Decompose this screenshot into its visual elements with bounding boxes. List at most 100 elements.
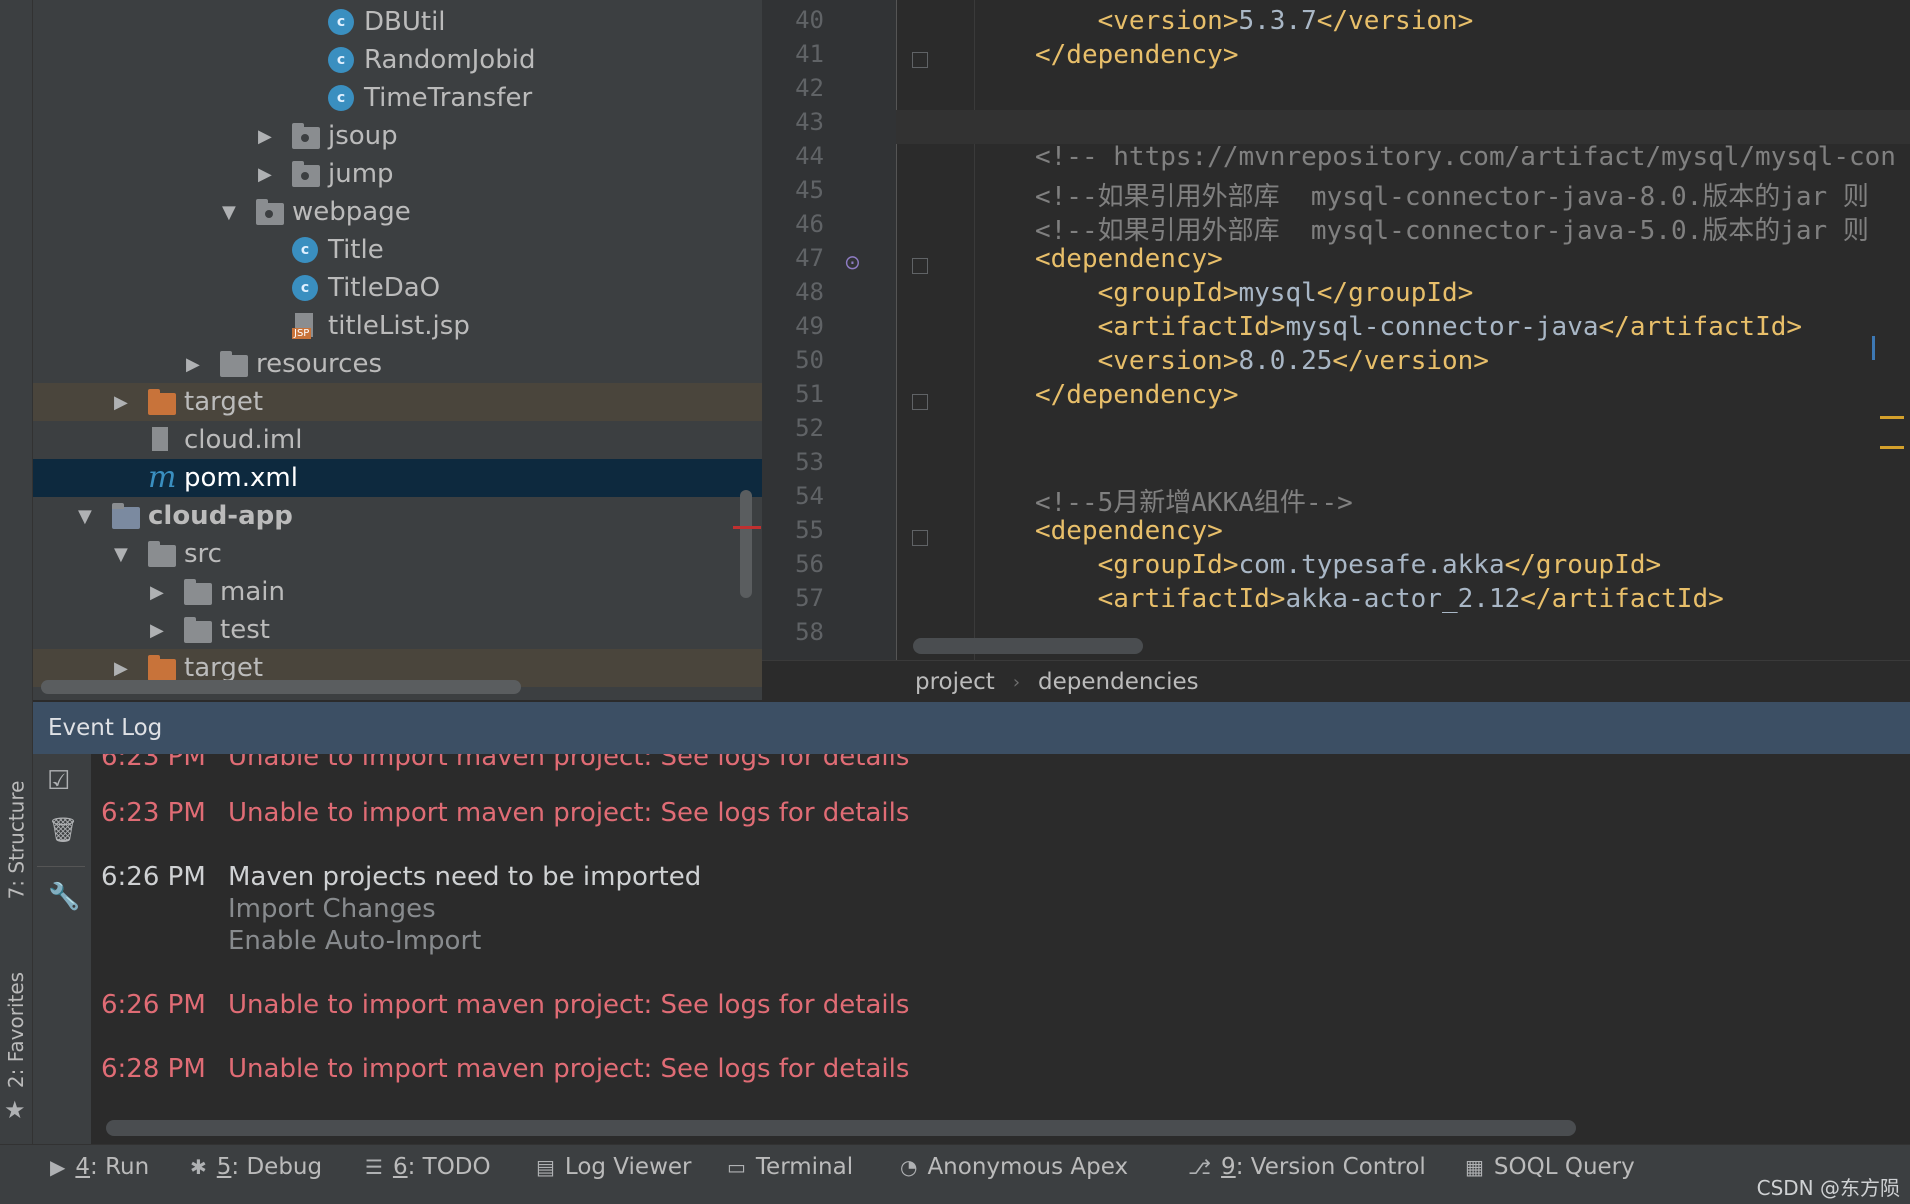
current-line-highlight [896, 110, 1910, 144]
breadcrumb: project › dependencies [762, 660, 1910, 703]
tree-item-label: target [184, 387, 264, 417]
tool-tab-version-control[interactable]: ⎇ 9: Version Control [1188, 1145, 1426, 1189]
chevron-right-icon[interactable]: ▶ [150, 582, 164, 603]
mark-all-read-icon[interactable]: ☑ [47, 766, 70, 796]
folder-icon [184, 617, 212, 643]
log-message: Maven projects need to be imported [228, 862, 702, 892]
fold-icon[interactable] [912, 52, 928, 68]
tool-tab-soql[interactable]: ▦ SOQL Query [1465, 1145, 1635, 1189]
favorites-tab[interactable]: 2: Favorites [0, 960, 32, 1100]
version-control-icon: ⎇ [1188, 1155, 1212, 1179]
tree-item[interactable]: c TitleDaO [33, 269, 762, 307]
chevron-right-icon[interactable]: ▶ [114, 392, 128, 413]
log-message[interactable]: Unable to import maven project: See logs… [228, 990, 909, 1020]
event-log-body: 6:23 PM Unable to import maven project: … [91, 754, 1910, 1144]
tree-item[interactable]: c Title [33, 231, 762, 269]
trash-icon[interactable]: 🗑 [48, 816, 78, 844]
tree-item-label: src [184, 539, 222, 569]
chevron-right-icon[interactable]: ▶ [186, 354, 200, 375]
todo-icon: ☰ [365, 1155, 383, 1179]
code-line: <dependency> [1035, 516, 1223, 546]
tool-tab-apex[interactable]: ◔ Anonymous Apex [900, 1145, 1128, 1189]
caret-marker [1872, 336, 1875, 360]
watermark: CSDN @东方陨 [1756, 1176, 1900, 1200]
line-number: 55 [795, 516, 824, 544]
tree-horizontal-scrollbar[interactable] [41, 680, 521, 694]
tree-item[interactable]: ▶ jump [33, 155, 762, 193]
wrench-icon[interactable]: 🔧 [48, 882, 80, 912]
chevron-down-icon[interactable]: ▼ [222, 202, 236, 223]
code-line: <!--如果引用外部库 mysql-connector-java-8.0.版本的… [1035, 182, 1869, 212]
folder-icon [148, 541, 176, 567]
tree-item[interactable]: c RandomJobid [33, 41, 762, 79]
maven-sync-icon[interactable]: ⊙ [844, 250, 864, 276]
tree-item[interactable]: ▶ target [33, 383, 762, 421]
tree-vertical-scrollbar[interactable] [740, 490, 752, 598]
apex-icon: ◔ [900, 1155, 918, 1179]
tree-item-label: cloud-app [148, 501, 293, 531]
fold-icon[interactable] [912, 258, 928, 274]
line-number: 42 [795, 74, 824, 102]
error-marker [733, 526, 761, 529]
tree-item[interactable]: JSP titleList.jsp [33, 307, 762, 345]
line-number: 47 [795, 244, 824, 272]
import-changes-link[interactable]: Import Changes [228, 894, 436, 924]
tool-tab-run[interactable]: ▶ 4: Run [50, 1145, 149, 1189]
structure-tab[interactable]: 7: Structure [0, 760, 32, 920]
chevron-down-icon[interactable]: ▼ [114, 544, 128, 565]
gutter-divider [896, 0, 897, 660]
code-line: <!--如果引用外部库 mysql-connector-java-5.0.版本的… [1035, 216, 1869, 246]
run-icon: ▶ [50, 1155, 66, 1179]
tree-item[interactable]: c DBUtil [33, 3, 762, 41]
line-number: 45 [795, 176, 824, 204]
fold-icon[interactable] [912, 394, 928, 410]
enable-auto-import-link[interactable]: Enable Auto-Import [228, 926, 481, 956]
tree-item-label: TitleDaO [328, 273, 441, 303]
tree-item[interactable]: ▶ test [33, 611, 762, 649]
log-viewer-icon: ▤ [536, 1155, 555, 1179]
tree-item-label: main [220, 577, 285, 607]
tool-tab-terminal[interactable]: ▭ Terminal [727, 1145, 853, 1189]
breadcrumb-project[interactable]: project [915, 669, 995, 695]
fold-icon[interactable] [912, 530, 928, 546]
tree-item[interactable]: ▼ webpage [33, 193, 762, 231]
tree-item[interactable]: m pom.xml [33, 459, 762, 497]
tree-item[interactable]: ▶ resources [33, 345, 762, 383]
folder-icon [148, 655, 176, 681]
chevron-right-icon[interactable]: ▶ [150, 620, 164, 641]
code-editor[interactable]: 40 41 42 43 44 45 46 47 48 49 50 51 52 53 54 55 56 57 58 <… [762, 0, 1910, 660]
tree-item[interactable]: ▶ main [33, 573, 762, 611]
tree-item[interactable]: c TimeTransfer [33, 79, 762, 117]
iml-file-icon [148, 427, 174, 453]
line-number: 46 [795, 210, 824, 238]
class-icon: c [292, 275, 318, 301]
breadcrumb-dependencies[interactable]: dependencies [1038, 669, 1199, 695]
event-log-header: Event Log [33, 702, 1910, 754]
log-time: 6:23 PM [101, 798, 206, 828]
tree-item-label: webpage [292, 197, 411, 227]
tree-item[interactable]: ▶ jsoup [33, 117, 762, 155]
debug-icon: ✱ [190, 1155, 207, 1179]
log-message[interactable]: Unable to import maven project: See logs… [228, 1054, 909, 1084]
tool-tab-log-viewer[interactable]: ▤ Log Viewer [536, 1145, 692, 1189]
editor-horizontal-scrollbar[interactable] [913, 638, 1143, 654]
class-icon: c [328, 47, 354, 73]
log-time: 6:26 PM [101, 862, 206, 892]
tree-item[interactable]: cloud.iml [33, 421, 762, 459]
tree-item-label: jsoup [328, 121, 398, 151]
log-horizontal-scrollbar[interactable] [106, 1120, 1576, 1136]
code-line: </dependency> [1035, 40, 1239, 70]
tree-item[interactable]: ▼ cloud-app [33, 497, 762, 535]
tree-item[interactable]: ▼ src [33, 535, 762, 573]
chevron-right-icon[interactable]: ▶ [258, 164, 272, 185]
tool-tab-debug[interactable]: ✱ 5: Debug [190, 1145, 322, 1189]
chevron-right-icon[interactable]: ▶ [114, 658, 128, 679]
tree-item-label: cloud.iml [184, 425, 303, 455]
chevron-down-icon[interactable]: ▼ [78, 506, 92, 527]
favorites-tab-label: 2: Favorites [4, 971, 29, 1089]
tool-tab-todo[interactable]: ☰ 6: TODO [365, 1145, 491, 1189]
tree-item-label: DBUtil [364, 7, 446, 37]
chevron-right-icon[interactable]: ▶ [258, 126, 272, 147]
log-message[interactable]: Unable to import maven project: See logs… [228, 798, 909, 828]
code-line: <!-- https://mvnrepository.com/artifact/… [1035, 142, 1896, 172]
